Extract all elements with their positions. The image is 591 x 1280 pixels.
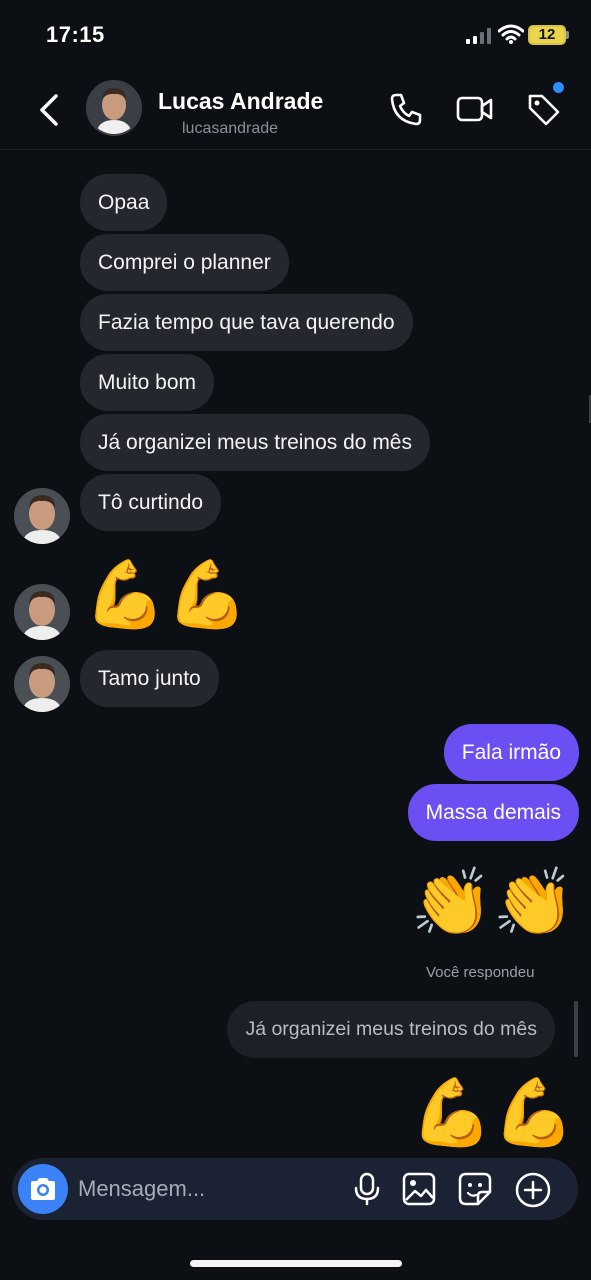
notification-dot xyxy=(553,82,564,93)
video-call-icon[interactable] xyxy=(456,92,494,126)
message-bubble-incoming[interactable]: Fazia tempo que tava querendo xyxy=(80,294,413,351)
status-bar: 17:15 12 xyxy=(0,0,591,70)
face-photo-icon xyxy=(14,488,70,544)
message-bubble-incoming[interactable]: Já organizei meus treinos do mês xyxy=(80,414,430,471)
flexed-biceps-emoji[interactable]: 💪💪 xyxy=(84,560,248,630)
contact-avatar[interactable] xyxy=(86,80,142,136)
flexed-biceps-emoji[interactable]: 💪💪 xyxy=(411,1078,575,1148)
wifi-icon xyxy=(498,24,524,44)
signal-icon xyxy=(466,28,491,44)
sticker-icon[interactable] xyxy=(458,1172,492,1206)
battery-level: 12 xyxy=(538,26,556,43)
contact-name[interactable]: Lucas Andrade xyxy=(158,88,323,115)
home-indicator[interactable] xyxy=(190,1260,402,1267)
message-bubble-incoming[interactable]: Comprei o planner xyxy=(80,234,289,291)
microphone-icon[interactable] xyxy=(350,1172,384,1206)
battery-indicator: 12 xyxy=(528,25,566,45)
message-composer xyxy=(12,1158,578,1220)
message-bubble-outgoing[interactable]: Fala irmão xyxy=(443,724,579,781)
camera-button[interactable] xyxy=(18,1164,68,1214)
message-input[interactable] xyxy=(78,1168,338,1210)
reply-indicator-bar xyxy=(574,1001,578,1057)
message-bubble-incoming[interactable]: Tô curtindo xyxy=(80,474,222,531)
status-time: 17:15 xyxy=(46,22,105,47)
quoted-reply-bubble[interactable]: Já organizei meus treinos do mês xyxy=(227,1001,555,1058)
add-circle-icon[interactable] xyxy=(515,1172,551,1208)
sender-avatar[interactable] xyxy=(14,584,70,640)
clapping-hands-emoji[interactable]: 👏👏 xyxy=(411,868,575,938)
message-bubble-incoming[interactable]: Tamo junto xyxy=(80,650,219,707)
face-photo-icon xyxy=(14,656,70,712)
tag-icon[interactable] xyxy=(524,90,564,128)
back-chevron-icon[interactable] xyxy=(34,92,64,128)
chat-header: Lucas Andrade lucasandrade xyxy=(0,72,591,150)
message-bubble-outgoing[interactable]: Massa demais xyxy=(407,784,579,841)
message-bubble-incoming[interactable]: Muito bom xyxy=(80,354,215,411)
gallery-image-icon[interactable] xyxy=(402,1172,436,1206)
reply-note: Você respondeu xyxy=(426,964,535,981)
camera-icon xyxy=(31,1178,55,1200)
contact-handle: lucasandrade xyxy=(182,120,279,137)
sender-avatar[interactable] xyxy=(14,656,70,712)
message-bubble-incoming[interactable]: Opaa xyxy=(80,174,168,231)
face-photo-icon xyxy=(88,82,140,134)
face-photo-icon xyxy=(14,584,70,640)
sender-avatar[interactable] xyxy=(14,488,70,544)
phone-call-icon[interactable] xyxy=(388,91,424,127)
battery-tip xyxy=(566,31,569,39)
